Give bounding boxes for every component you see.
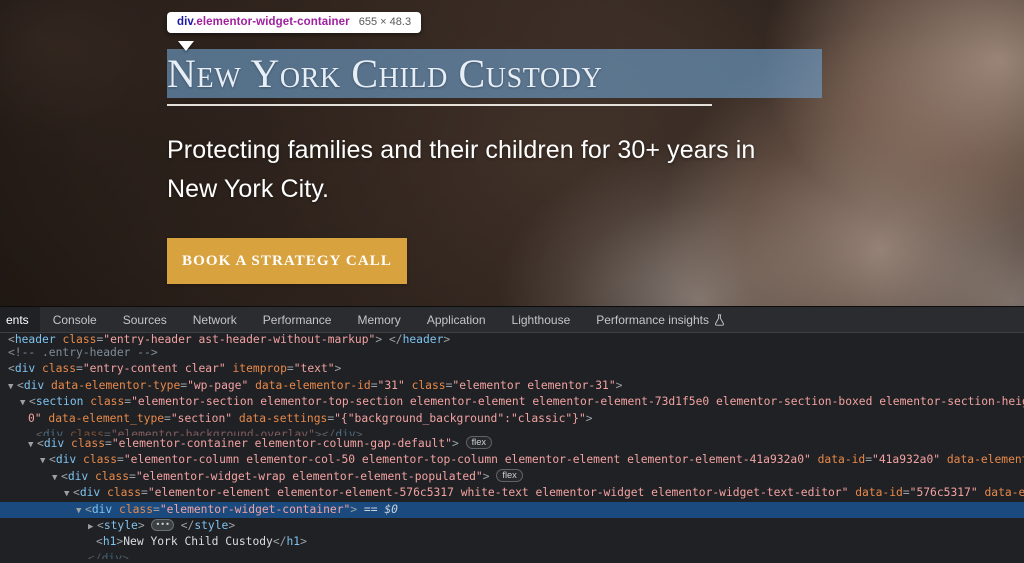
tab-performance-insights-label: Performance insights — [596, 312, 709, 327]
tab-network-label: Network — [192, 312, 237, 327]
flex-badge[interactable]: flex — [496, 469, 523, 483]
dom-comment-entry-header: <!-- .entry-header --> — [8, 346, 158, 359]
tab-lighthouse[interactable]: Lighthouse — [499, 307, 584, 332]
dom-line-column[interactable]: ▼ <div class="elementor-column elementor-… — [0, 452, 1024, 468]
tab-application-label: Application — [426, 312, 486, 327]
tab-performance-label: Performance — [262, 312, 332, 327]
dom-line-close-div-clipped[interactable]: </div> — [0, 551, 1024, 559]
selected-node-marker: == $0 — [363, 502, 398, 516]
tooltip-class-name: .elementor-widget-container — [193, 16, 350, 28]
dom-line-entry-content[interactable]: <div class="entry-content clear" itempro… — [0, 361, 1024, 377]
expand-triangle-icon[interactable]: ▼ — [52, 470, 61, 486]
tab-elements-label: ents — [6, 312, 29, 327]
dom-line-container[interactable]: ▼ <div class="elementor-container element… — [0, 436, 1024, 452]
page-title: New York Child Custody — [167, 50, 603, 96]
tab-lighthouse-label: Lighthouse — [511, 312, 571, 327]
title-divider — [167, 104, 712, 106]
tooltip-pointer — [178, 41, 194, 51]
dom-line-elementor-root[interactable]: ▼ <div data-elementor-type="wp-page" data… — [0, 378, 1024, 394]
expand-triangle-icon[interactable]: ▼ — [8, 379, 17, 395]
devtools-tab-bar: ents Console Sources Network Performance… — [0, 307, 1024, 333]
tab-memory[interactable]: Memory — [344, 307, 413, 332]
tab-console[interactable]: Console — [40, 307, 110, 332]
tab-performance-insights[interactable]: Performance insights — [583, 307, 738, 332]
tab-network[interactable]: Network — [180, 307, 250, 332]
dom-line-clipped-top[interactable]: <header class="entry-header ast-header-w… — [0, 332, 1024, 345]
book-strategy-call-button[interactable]: BOOK A STRATEGY CALL — [167, 238, 407, 284]
tab-memory-label: Memory — [357, 312, 401, 327]
dom-line-background-overlay-clipped[interactable]: <div class="elementor-background-overlay… — [0, 427, 1024, 436]
tooltip-tag-name: div — [177, 16, 194, 28]
hero-subheading: Protecting families and their children f… — [167, 136, 756, 203]
collapse-triangle-icon[interactable]: ▶ — [88, 519, 97, 535]
tab-sources-label: Sources — [122, 312, 167, 327]
expand-triangle-icon[interactable]: ▼ — [20, 395, 29, 411]
dom-line-section-cont[interactable]: 0" data-element_type="section" data-sett… — [0, 411, 1024, 427]
tab-console-label: Console — [52, 312, 97, 327]
devtools-panel: ents Console Sources Network Performance… — [0, 306, 1024, 563]
dom-line-h1[interactable]: <h1>New York Child Custody</h1> — [0, 534, 1024, 550]
tooltip-dimensions: 655 × 48.3 — [358, 16, 412, 28]
tab-elements[interactable]: ents — [0, 307, 40, 332]
tab-performance[interactable]: Performance — [250, 307, 345, 332]
expand-triangle-icon[interactable]: ▼ — [28, 437, 37, 453]
dom-line-comment[interactable]: <!-- .entry-header --> — [0, 345, 1024, 361]
dom-line-widget[interactable]: ▼ <div class="elementor-element elementor… — [0, 485, 1024, 501]
dom-tree[interactable]: <header class="entry-header ast-header-w… — [0, 333, 1024, 559]
tooltip-selector: div.elementor-widget-container — [177, 16, 350, 28]
dom-line-selected-widget-container[interactable]: ▼ <div class="elementor-widget-container"… — [0, 501, 1024, 519]
expand-triangle-icon[interactable]: ▼ — [76, 503, 85, 519]
tab-application[interactable]: Application — [414, 307, 499, 332]
dom-h1-text: New York Child Custody — [123, 535, 273, 549]
screenshot-root: New York Child Custody Protecting famili… — [0, 0, 1024, 563]
ellipsis-icon[interactable]: ••• — [151, 518, 174, 531]
browser-page-viewport[interactable]: New York Child Custody Protecting famili… — [0, 0, 1024, 306]
tab-sources[interactable]: Sources — [110, 307, 180, 332]
expand-triangle-icon[interactable]: ▼ — [64, 486, 73, 502]
flask-icon — [714, 313, 725, 326]
expand-triangle-icon[interactable]: ▼ — [40, 453, 49, 469]
dom-line-style[interactable]: ▶ <style> ••• </style> — [0, 518, 1024, 534]
flex-badge[interactable]: flex — [465, 436, 493, 450]
dom-line-widget-wrap[interactable]: ▼ <div class="elementor-widget-wrap eleme… — [0, 469, 1024, 485]
dom-line-section[interactable]: ▼ <section class="elementor-section eleme… — [0, 394, 1024, 410]
inspector-tooltip: div.elementor-widget-container 655 × 48.… — [167, 12, 422, 33]
